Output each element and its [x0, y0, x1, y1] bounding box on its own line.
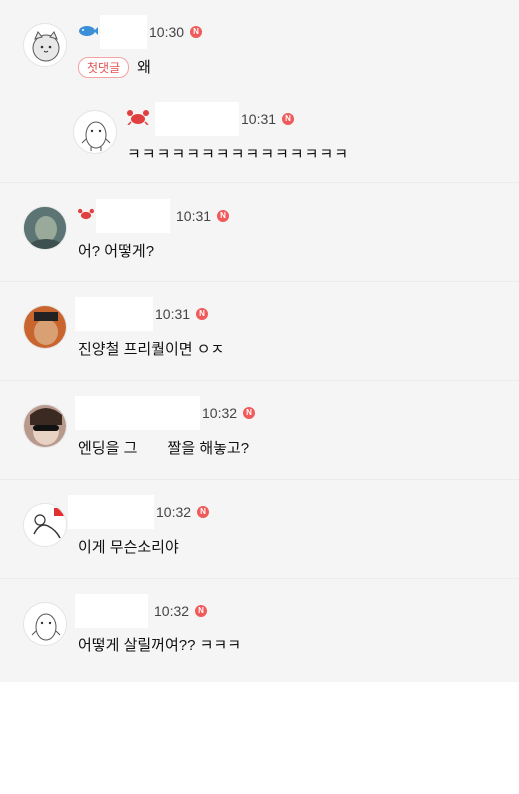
- avatar[interactable]: [23, 503, 67, 547]
- avatar[interactable]: [23, 23, 67, 67]
- timestamp: 10:31: [176, 208, 212, 224]
- comment-text: 어? 어떻게?: [78, 243, 155, 260]
- timestamp: 10:32: [156, 504, 192, 520]
- cartoon-avatar-icon: [24, 504, 66, 546]
- photo-avatar-icon: [24, 207, 66, 249]
- new-badge: N: [196, 308, 209, 320]
- divider: [0, 479, 519, 480]
- comment-text: 왜: [137, 59, 151, 76]
- character-avatar-icon: [81, 121, 111, 151]
- first-comment-tag: 첫댓글: [78, 57, 130, 78]
- author-name[interactable]: [68, 495, 154, 529]
- comment-text: 이게 무슨소리야: [78, 539, 179, 556]
- new-badge: N: [190, 26, 203, 38]
- cat-avatar-icon: [32, 31, 60, 62]
- avatar[interactable]: [23, 206, 67, 250]
- avatar[interactable]: [23, 602, 67, 646]
- author-name[interactable]: [75, 297, 153, 331]
- author-name[interactable]: [75, 594, 148, 628]
- new-badge: N: [195, 605, 208, 617]
- timestamp: 10:31: [155, 306, 191, 322]
- fish-icon: [78, 23, 98, 42]
- timestamp: 10:32: [154, 603, 190, 619]
- crab-icon: [78, 207, 94, 226]
- comment-text: 어떻게 살릴꺼여?? ㅋㅋㅋ: [78, 637, 242, 654]
- timestamp: 10:31: [241, 111, 277, 127]
- new-badge: N: [282, 113, 295, 125]
- divider: [0, 182, 519, 183]
- divider: [0, 380, 519, 381]
- divider: [0, 578, 519, 579]
- author-name[interactable]: [96, 199, 170, 233]
- new-badge: N: [197, 506, 210, 518]
- new-badge: N: [243, 407, 256, 419]
- avatar[interactable]: [23, 404, 67, 448]
- comment-list: 10:30 N 첫댓글 왜 10:31 N ㅋㅋㅋㅋㅋㅋㅋㅋㅋㅋㅋㅋㅋㅋㅋ 10…: [0, 0, 519, 682]
- comment-text: 엔딩을 그: [78, 440, 138, 457]
- avatar[interactable]: [23, 305, 67, 349]
- comment-text-continued: 짤을 해놓고?: [167, 440, 250, 457]
- new-badge: N: [217, 210, 230, 222]
- photo-avatar-icon: [24, 306, 66, 348]
- comment-text: ㅋㅋㅋㅋㅋㅋㅋㅋㅋㅋㅋㅋㅋㅋㅋ: [127, 146, 350, 163]
- author-name[interactable]: [100, 15, 147, 49]
- timestamp: 10:32: [202, 405, 238, 421]
- avatar[interactable]: [73, 110, 117, 154]
- crab-icon: [127, 109, 149, 130]
- author-name[interactable]: [155, 102, 239, 136]
- author-name[interactable]: [75, 396, 200, 430]
- divider: [0, 281, 519, 282]
- timestamp: 10:30: [149, 24, 185, 40]
- comment-text: 진양철 프리퀄이면 ㅇㅈ: [78, 341, 225, 358]
- photo-avatar-icon: [24, 405, 66, 447]
- redacted-mask: [141, 438, 168, 461]
- character-avatar-icon: [31, 613, 61, 641]
